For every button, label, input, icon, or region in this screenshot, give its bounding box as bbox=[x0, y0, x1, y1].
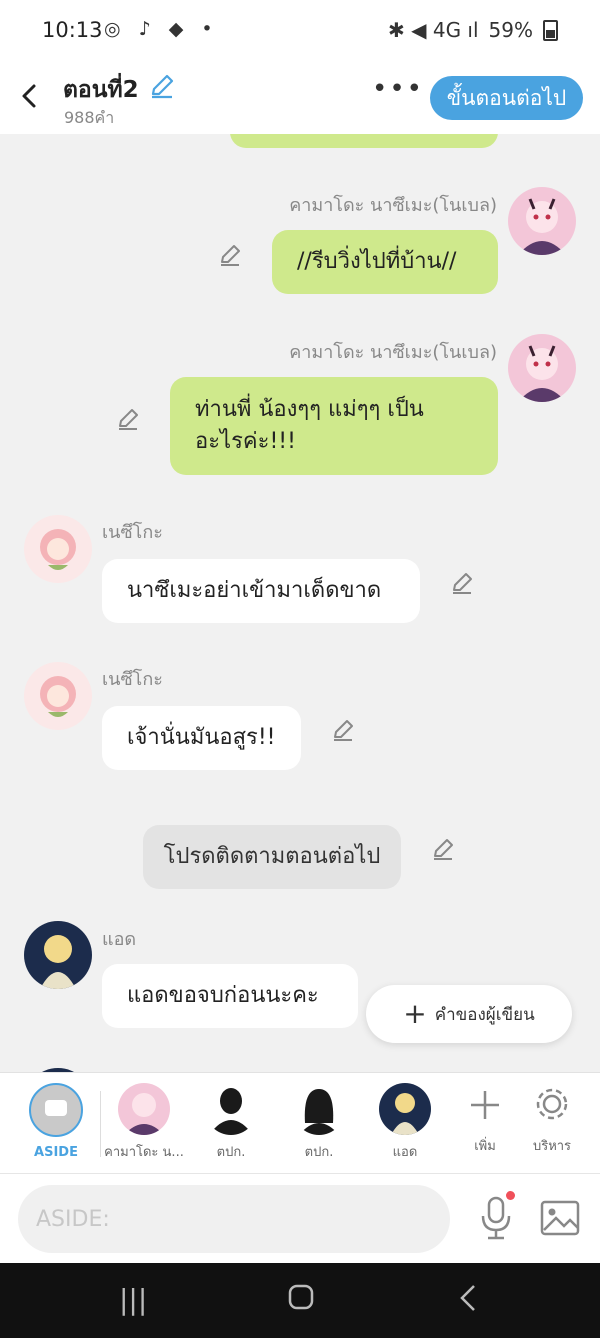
message-line: อะไรค่ะ!!! bbox=[195, 429, 296, 454]
character-label: ตปก. bbox=[216, 1145, 246, 1160]
edit-message-icon[interactable] bbox=[115, 406, 141, 432]
system-nav-bar: ||| bbox=[0, 1263, 600, 1338]
narration-bubble[interactable]: โปรดติดตามตอนต่อไป bbox=[143, 825, 401, 889]
character-silhouette-female[interactable]: ตปก. bbox=[274, 1083, 364, 1162]
image-icon[interactable] bbox=[540, 1200, 580, 1236]
character-silhouette-male[interactable]: ตปก. bbox=[186, 1083, 276, 1162]
avatar-nazume[interactable] bbox=[508, 334, 576, 402]
status-bar: 10:13 ◎ ♪ ◆ • ✱ ◀ 4G ıl 59% bbox=[0, 0, 600, 62]
next-step-button[interactable]: ขั้นตอนต่อไป bbox=[430, 76, 583, 120]
message-bubble[interactable]: นาซึเมะอย่าเข้ามาเด็ดขาด bbox=[102, 559, 420, 623]
episode-header: ตอนที่2 988คำ ••• ขั้นตอนต่อไป bbox=[0, 62, 600, 134]
message-input[interactable] bbox=[18, 1185, 450, 1253]
gear-icon bbox=[536, 1088, 568, 1120]
plus-icon bbox=[471, 1091, 499, 1119]
chat-area[interactable]: คามาโดะ นาซึเมะ(โนเบล) //รีบวิ่งไปที่บ้า… bbox=[0, 134, 600, 1072]
input-bar bbox=[0, 1173, 600, 1264]
sender-name: แอด bbox=[102, 929, 137, 950]
plus-icon: + bbox=[403, 997, 427, 1030]
character-aside[interactable]: ASIDE bbox=[11, 1083, 101, 1160]
message-line: ท่านพี่ น้องๆๆ แม่ๆๆ เป็น bbox=[195, 397, 424, 422]
sender-name: คามาโดะ นาซึเมะ(โนเบล) bbox=[289, 195, 497, 216]
author-note-label: คำของผู้เขียน bbox=[434, 1004, 535, 1025]
sender-name: คามาโดะ นาซึเมะ(โนเบล) bbox=[289, 342, 497, 363]
avatar-nezuko[interactable] bbox=[24, 515, 92, 583]
episode-title[interactable]: ตอนที่2 bbox=[63, 72, 139, 108]
aside-icon bbox=[29, 1083, 83, 1137]
battery-percent: 59% bbox=[488, 18, 533, 42]
character-bar: ASIDE คามาโดะ น... ตปก. ตปก. แอด เพิ่ม บ… bbox=[0, 1072, 600, 1173]
edit-title-icon[interactable] bbox=[148, 72, 176, 106]
more-options-icon[interactable]: ••• bbox=[372, 74, 424, 104]
character-label: คามาโดะ น... bbox=[104, 1145, 184, 1160]
avatar-nezuko[interactable] bbox=[24, 662, 92, 730]
message-bubble[interactable]: เจ้านั่นมันอสูร!! bbox=[102, 706, 301, 770]
sender-name: เนซึโกะ bbox=[102, 522, 163, 543]
edit-message-icon[interactable] bbox=[449, 570, 475, 596]
notification-icons: ◎ ♪ ◆ • bbox=[104, 18, 219, 40]
message-bubble[interactable]: แอดขอจบก่อนนะคะ bbox=[102, 964, 358, 1028]
manage-button[interactable]: บริหาร bbox=[507, 1083, 597, 1156]
sender-name: เนซึโกะ bbox=[102, 669, 163, 690]
character-admin[interactable]: แอด bbox=[360, 1083, 450, 1162]
character-nazume[interactable]: คามาโดะ น... bbox=[99, 1083, 189, 1162]
recent-apps-icon[interactable]: ||| bbox=[119, 1283, 147, 1316]
avatar-admin[interactable] bbox=[24, 921, 92, 989]
battery-icon bbox=[543, 19, 558, 41]
character-label: บริหาร bbox=[532, 1139, 572, 1154]
character-avatar bbox=[379, 1083, 431, 1135]
home-icon[interactable] bbox=[287, 1283, 315, 1318]
microphone-icon[interactable] bbox=[478, 1194, 514, 1242]
word-count: 988คำ bbox=[64, 108, 115, 127]
author-note-button[interactable]: + คำของผู้เขียน bbox=[366, 985, 572, 1043]
avatar-nazume[interactable] bbox=[508, 187, 576, 255]
message-bubble-partial[interactable] bbox=[230, 134, 498, 148]
character-label: แอด bbox=[392, 1145, 418, 1160]
system-icons: ✱ ◀ 4G ıl 59% bbox=[388, 18, 558, 42]
silhouette-icon bbox=[293, 1083, 345, 1135]
character-label: ตปก. bbox=[304, 1145, 334, 1160]
character-label: ASIDE bbox=[34, 1145, 78, 1160]
edit-message-icon[interactable] bbox=[430, 836, 456, 862]
edit-message-icon[interactable] bbox=[217, 242, 243, 268]
recording-dot bbox=[506, 1191, 515, 1200]
silhouette-icon bbox=[205, 1083, 257, 1135]
character-avatar bbox=[118, 1083, 170, 1135]
back-arrow-icon[interactable] bbox=[14, 78, 44, 122]
message-bubble[interactable]: //รีบวิ่งไปที่บ้าน// bbox=[272, 230, 498, 294]
edit-message-icon[interactable] bbox=[330, 717, 356, 743]
back-icon[interactable] bbox=[458, 1283, 478, 1320]
status-time: 10:13 bbox=[42, 18, 103, 42]
message-bubble[interactable]: ท่านพี่ น้องๆๆ แม่ๆๆ เป็น อะไรค่ะ!!! bbox=[170, 377, 498, 475]
signal-icons: ✱ ◀ 4G ıl bbox=[388, 18, 479, 42]
